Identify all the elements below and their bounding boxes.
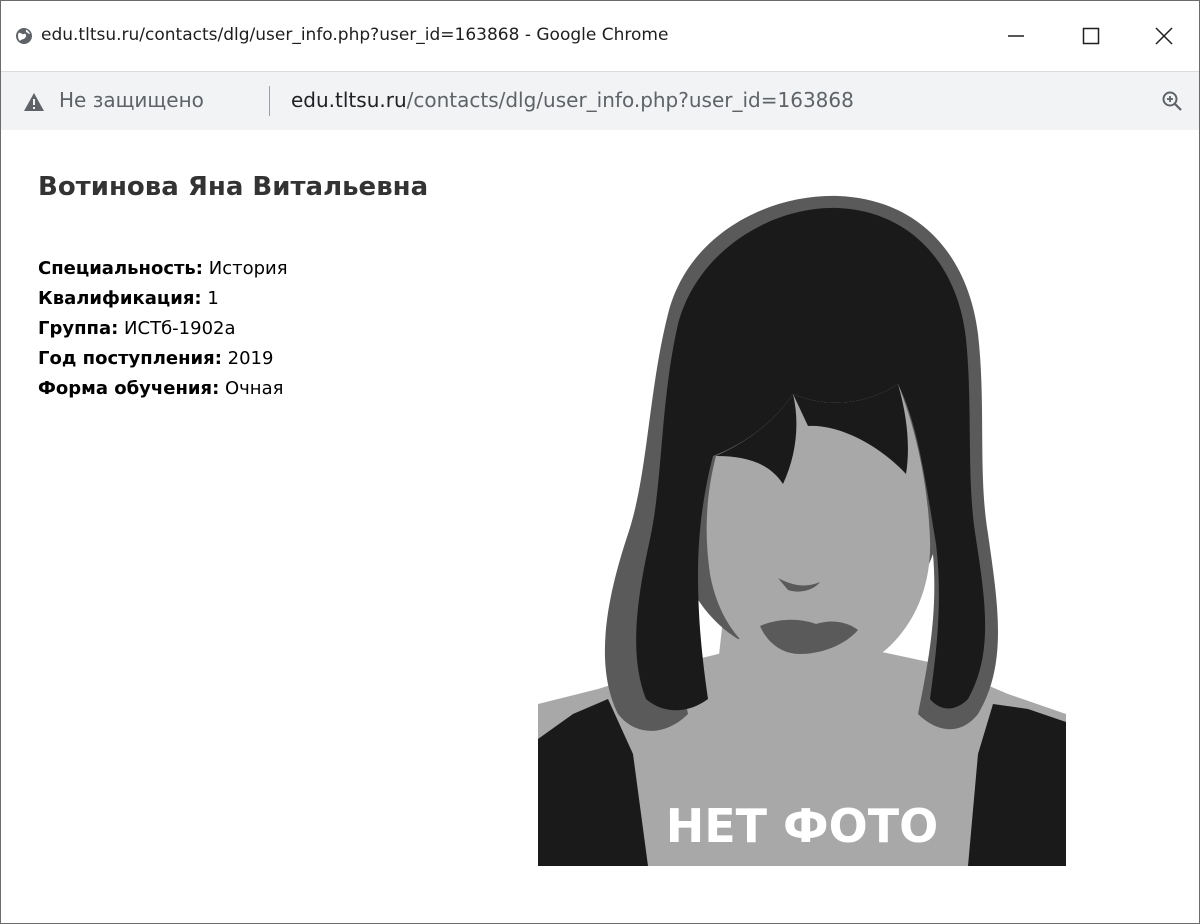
browser-window: edu.tltsu.ru/contacts/dlg/user_info.php?… — [0, 0, 1200, 924]
url-path: /contacts/dlg/user_info.php?user_id=1638… — [406, 88, 854, 112]
minimize-icon — [1008, 35, 1024, 37]
address-separator — [269, 86, 270, 116]
url-field[interactable]: edu.tltsu.ru/contacts/dlg/user_info.php?… — [291, 88, 854, 112]
profile-info-list: Специальность: История Квалификация: 1 Г… — [38, 254, 288, 404]
window-title: edu.tltsu.ru/contacts/dlg/user_info.php?… — [41, 25, 669, 45]
zoom-in-icon[interactable] — [1161, 90, 1183, 112]
info-row-group: Группа: ИСТб-1902а — [38, 314, 288, 344]
maximize-icon — [1082, 27, 1100, 45]
title-bar[interactable]: edu.tltsu.ru/contacts/dlg/user_info.php?… — [1, 1, 1199, 71]
warning-triangle-icon[interactable] — [23, 92, 45, 112]
info-row-specialty: Специальность: История — [38, 254, 288, 284]
info-value: 2019 — [227, 348, 274, 369]
info-value: 1 — [207, 288, 219, 309]
info-row-study-form: Форма обучения: Очная — [38, 374, 288, 404]
close-icon — [1155, 27, 1173, 45]
globe-icon — [16, 28, 32, 44]
maximize-button[interactable] — [1061, 15, 1121, 57]
close-button[interactable] — [1134, 15, 1194, 57]
info-label: Группа: — [38, 318, 119, 339]
info-row-qualification: Квалификация: 1 — [38, 284, 288, 314]
info-label: Форма обучения: — [38, 378, 220, 399]
page-content: Вотинова Яна Витальевна Специальность: И… — [1, 130, 1199, 923]
info-row-enrollment-year: Год поступления: 2019 — [38, 344, 288, 374]
info-label: Специальность: — [38, 258, 204, 279]
minimize-button[interactable] — [986, 15, 1046, 57]
info-value: ИСТб-1902а — [124, 318, 236, 339]
info-value: Очная — [225, 378, 284, 399]
info-label: Год поступления: — [38, 348, 222, 369]
no-photo-placeholder: НЕТ ФОТО — [538, 194, 1066, 866]
info-value: История — [208, 258, 288, 279]
security-status-label[interactable]: Не защищено — [59, 88, 204, 112]
address-bar[interactable]: Не защищено edu.tltsu.ru/contacts/dlg/us… — [1, 71, 1199, 131]
no-photo-caption: НЕТ ФОТО — [666, 799, 939, 853]
url-domain: edu.tltsu.ru — [291, 88, 407, 112]
person-name: Вотинова Яна Витальевна — [38, 172, 429, 202]
info-label: Квалификация: — [38, 288, 202, 309]
